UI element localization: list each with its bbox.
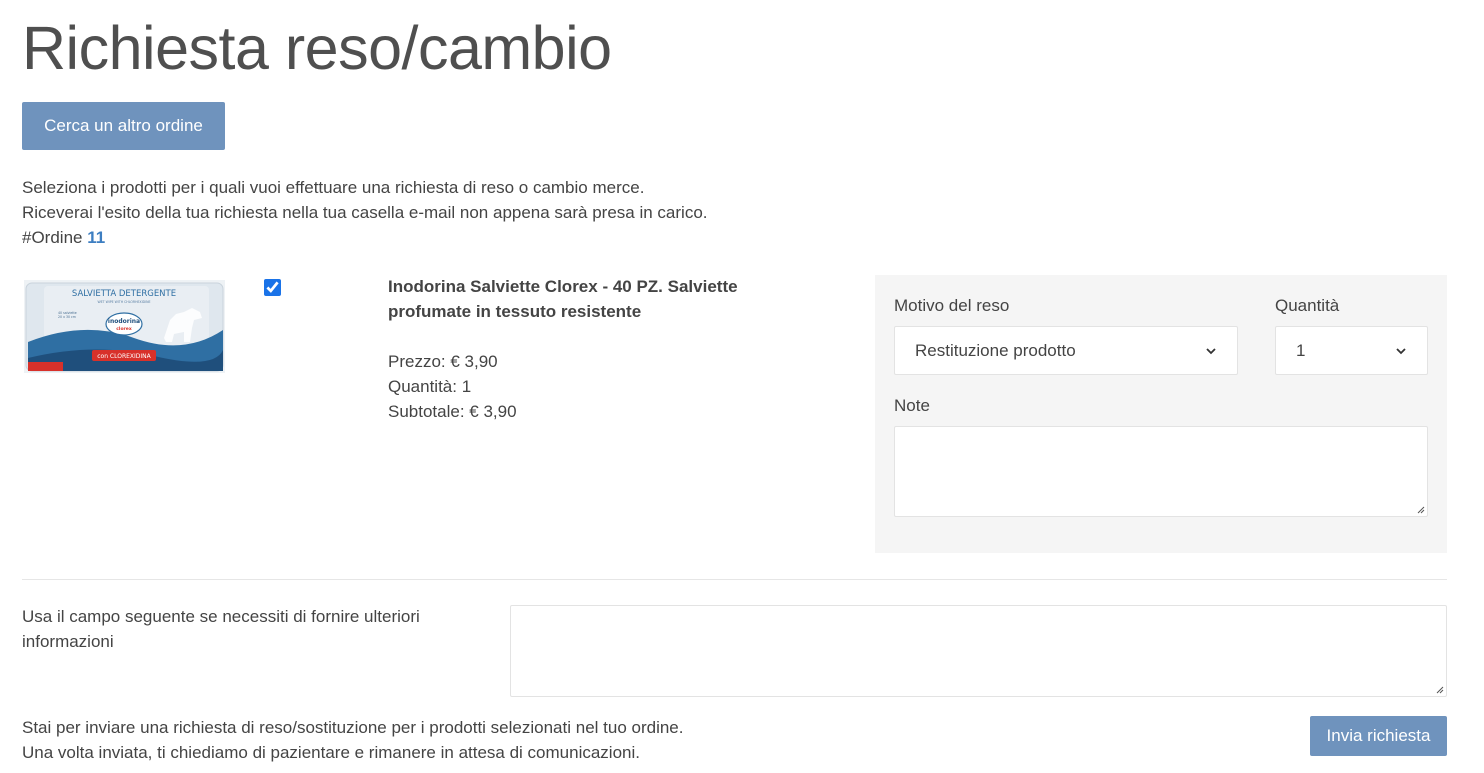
svg-text:inodorina: inodorina [108, 318, 140, 325]
chevron-down-icon [1396, 347, 1406, 354]
resize-grip-icon[interactable] [1415, 504, 1425, 514]
notes-label: Note [894, 396, 930, 415]
return-options-panel: Motivo del reso Restituzione prodotto Qu… [875, 275, 1447, 553]
footer-notice: Stai per inviare una richiesta di reso/s… [22, 715, 683, 765]
search-other-order-button[interactable]: Cerca un altro ordine [22, 102, 225, 150]
intro-line-1: Seleziona i prodotti per i quali vuoi ef… [22, 178, 645, 197]
reason-select-value: Restituzione prodotto [915, 340, 1076, 360]
svg-text:con CLOREXIDINA: con CLOREXIDINA [97, 353, 151, 360]
resize-grip-icon[interactable] [1434, 684, 1444, 694]
product-details: Prezzo: € 3,90 Quantità: 1 Subtotale: € … [388, 349, 517, 424]
intro-line-2: Riceverai l'esito della tua richiesta ne… [22, 203, 708, 222]
quantity-select-value: 1 [1296, 340, 1306, 360]
product-name: Inodorina Salviette Clorex - 40 PZ. Salv… [388, 277, 738, 321]
product-quantity: Quantità: 1 [388, 377, 472, 396]
quantity-label: Quantità [1275, 296, 1340, 315]
product-price: Prezzo: € 3,90 [388, 352, 498, 371]
notes-textarea[interactable] [894, 426, 1428, 517]
product-subtotal: Subtotale: € 3,90 [388, 402, 517, 421]
extra-info-label: Usa il campo seguente se necessiti di fo… [22, 607, 420, 651]
order-prefix: #Ordine [22, 228, 83, 247]
quantity-select[interactable]: 1 [1275, 326, 1428, 375]
svg-text:clorex: clorex [116, 326, 132, 332]
reason-label: Motivo del reso [894, 296, 1010, 315]
section-divider [22, 579, 1447, 580]
intro-text: Seleziona i prodotti per i quali vuoi ef… [22, 175, 708, 250]
svg-text:SALVIETTA DETERGENTE: SALVIETTA DETERGENTE [72, 289, 176, 299]
submit-request-button[interactable]: Invia richiesta [1310, 716, 1447, 756]
svg-text:20 x 30 cm: 20 x 30 cm [58, 315, 76, 319]
order-reference: #Ordine 11 [22, 225, 708, 250]
chevron-down-icon [1206, 347, 1216, 354]
extra-info-textarea[interactable] [510, 605, 1447, 697]
svg-text:WET WIPE WITH CHLORHEXIDINE: WET WIPE WITH CHLORHEXIDINE [98, 300, 151, 304]
product-select-checkbox[interactable] [264, 279, 281, 296]
footer-line-1: Stai per inviare una richiesta di reso/s… [22, 718, 684, 737]
reason-select[interactable]: Restituzione prodotto [894, 326, 1238, 375]
footer-line-2: Una volta inviata, ti chiediamo di pazie… [22, 743, 640, 762]
order-number: 11 [87, 228, 106, 247]
product-image: SALVIETTA DETERGENTE WET WIPE WITH CHLOR… [24, 280, 225, 373]
page-title: Richiesta reso/cambio [22, 14, 612, 82]
